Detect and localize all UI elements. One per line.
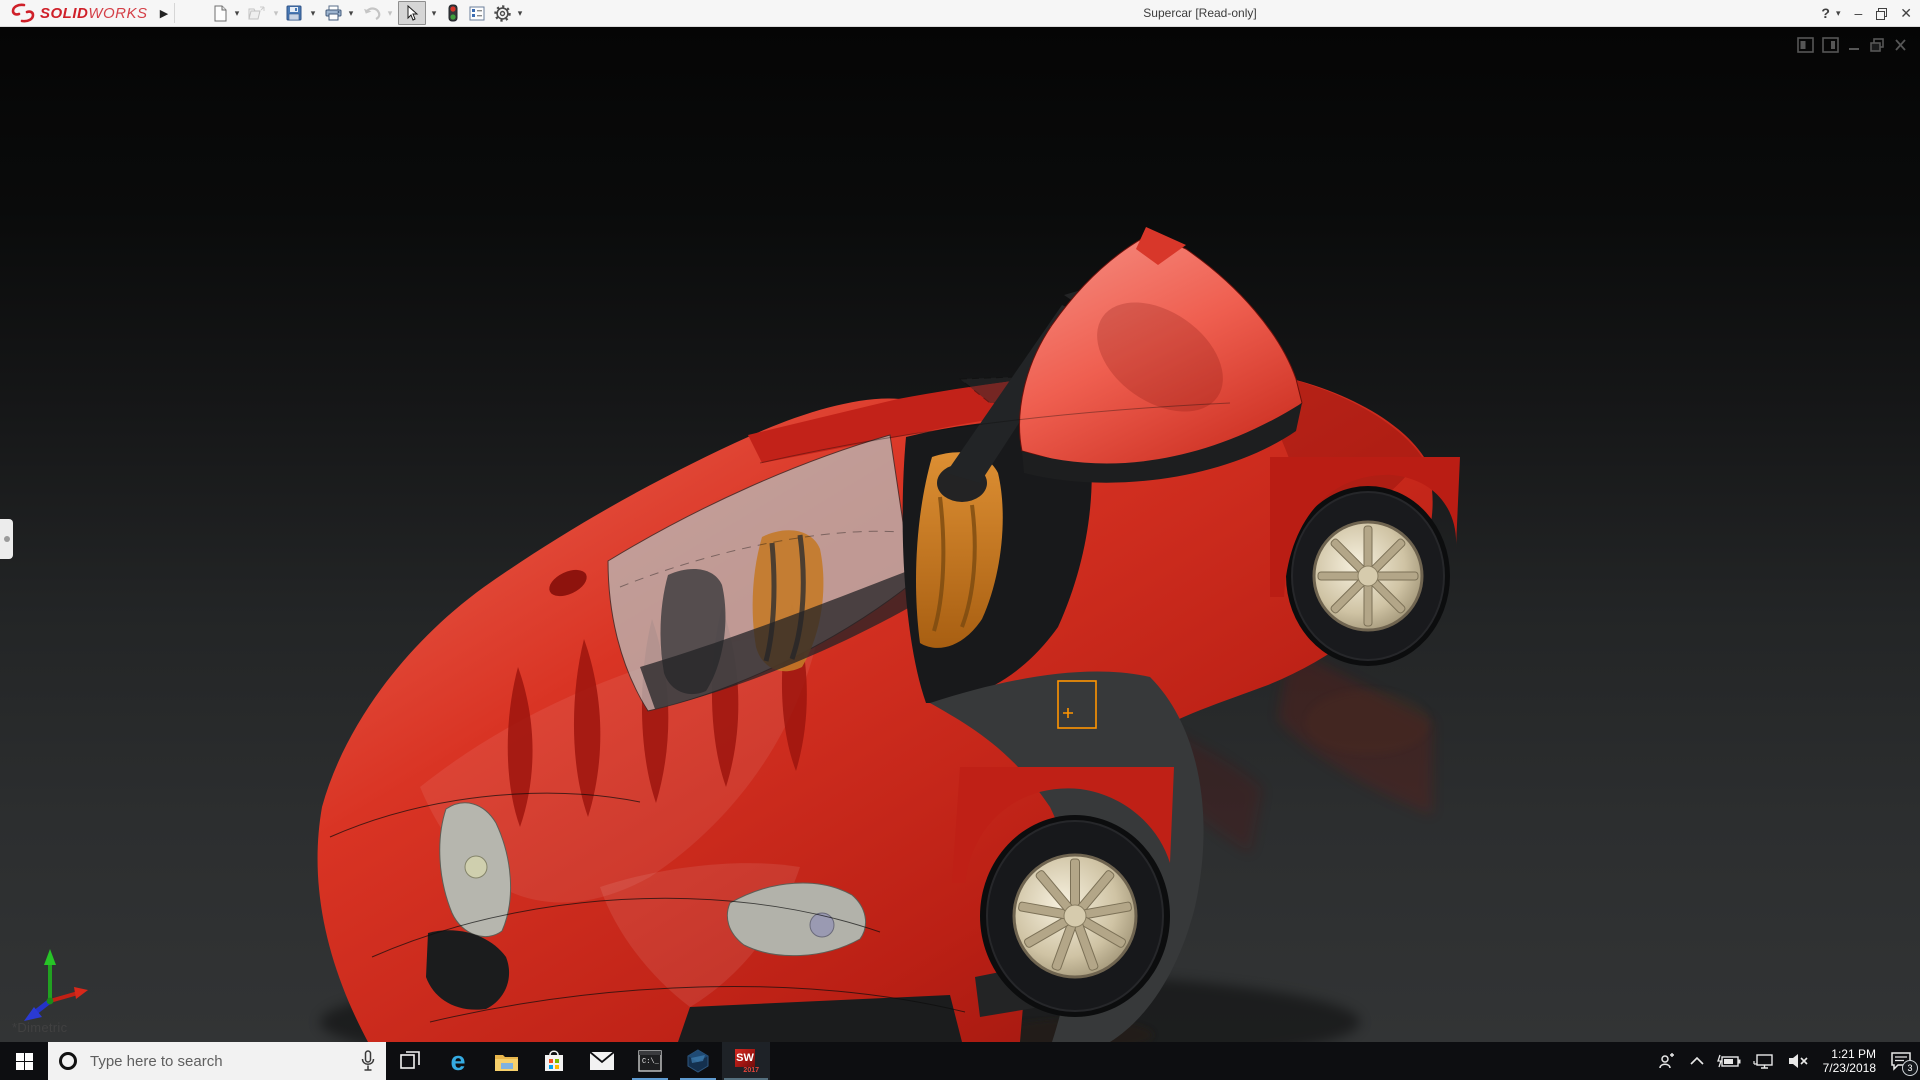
menu-expand-button[interactable]: ▶ bbox=[156, 0, 172, 26]
store-icon bbox=[545, 1050, 563, 1071]
solidworks-2017-icon: SW 2017 bbox=[734, 1049, 759, 1074]
action-center-button[interactable]: 3 bbox=[1890, 1051, 1918, 1076]
new-document-dropdown[interactable]: ▾ bbox=[231, 0, 243, 26]
start-button[interactable] bbox=[0, 1042, 48, 1080]
close-button[interactable]: ✕ bbox=[1900, 6, 1912, 20]
minimize-button[interactable]: – bbox=[1854, 6, 1862, 20]
view-orientation-label: *Dimetric bbox=[12, 1020, 68, 1035]
doc-minimize-icon[interactable] bbox=[1847, 37, 1861, 53]
file-explorer-button[interactable] bbox=[482, 1042, 530, 1080]
solidworks-tool-button[interactable] bbox=[674, 1042, 722, 1080]
show-pane-right-icon[interactable] bbox=[1822, 37, 1839, 53]
print-dropdown[interactable]: ▾ bbox=[345, 0, 357, 26]
ds-logo-icon bbox=[11, 3, 35, 23]
doc-close-icon[interactable] bbox=[1893, 37, 1908, 53]
command-prompt-icon: C:\_ bbox=[638, 1050, 662, 1072]
list-boxes-icon bbox=[469, 6, 485, 20]
undo-dropdown[interactable]: ▾ bbox=[384, 0, 396, 26]
windows-taskbar: Type here to search e C:\_ SW 2017 1:21 … bbox=[0, 1042, 1920, 1080]
document-title: Supercar [Read-only] bbox=[1143, 6, 1257, 20]
document-window-controls bbox=[1797, 37, 1908, 53]
search-placeholder: Type here to search bbox=[90, 1052, 223, 1070]
settings-dropdown[interactable]: ▾ bbox=[514, 0, 526, 26]
save-dropdown[interactable]: ▾ bbox=[307, 0, 319, 26]
printer-icon bbox=[325, 5, 341, 21]
undo-button[interactable] bbox=[361, 0, 383, 26]
settings-button[interactable] bbox=[492, 0, 512, 26]
solidworks-window: SOLIDWORKS ▶ ▾ ▾ ▾ ▾ ▾ ▾ ▾ Supercar [Rea… bbox=[0, 0, 1920, 1080]
save-button[interactable] bbox=[284, 0, 304, 26]
people-icon[interactable] bbox=[1657, 1051, 1677, 1071]
open-dropdown[interactable]: ▾ bbox=[270, 0, 282, 26]
help-dropdown[interactable]: ▾ bbox=[1836, 8, 1841, 18]
notification-badge: 3 bbox=[1902, 1060, 1918, 1076]
brand-text: SOLIDWORKS bbox=[40, 4, 148, 22]
battery-icon[interactable] bbox=[1716, 1053, 1741, 1069]
network-icon[interactable] bbox=[1753, 1052, 1775, 1070]
task-view-icon bbox=[400, 1051, 420, 1069]
gear-icon bbox=[493, 4, 511, 22]
solidworks-logo: SOLIDWORKS bbox=[10, 0, 148, 26]
gullwing-door bbox=[946, 227, 1303, 483]
flyout-dot-icon bbox=[3, 536, 10, 542]
help-button[interactable]: ? bbox=[1821, 6, 1830, 20]
microphone-icon[interactable] bbox=[360, 1050, 376, 1072]
store-button[interactable] bbox=[530, 1042, 578, 1080]
system-tray: 1:21 PM 7/23/2018 3 bbox=[1657, 1042, 1920, 1080]
file-explorer-icon bbox=[494, 1054, 518, 1071]
doc-restore-icon[interactable] bbox=[1869, 37, 1885, 53]
edge-icon: e bbox=[450, 1045, 466, 1076]
taskbar-apps: e C:\_ SW 2017 bbox=[386, 1042, 770, 1080]
rebuild-status-button[interactable] bbox=[445, 0, 461, 26]
cursor-arrow-icon bbox=[407, 5, 418, 21]
select-tool-dropdown[interactable]: ▾ bbox=[428, 0, 440, 26]
supercar-model[interactable] bbox=[0, 27, 1920, 1042]
reference-triad-icon bbox=[24, 949, 88, 1021]
command-prompt-button[interactable]: C:\_ bbox=[626, 1042, 674, 1080]
solidworks-2017-button[interactable]: SW 2017 bbox=[722, 1042, 770, 1080]
open-button[interactable] bbox=[247, 0, 267, 26]
title-bar: SOLIDWORKS ▶ ▾ ▾ ▾ ▾ ▾ ▾ ▾ Supercar [Rea… bbox=[0, 0, 1920, 27]
panel-flyout-tab[interactable] bbox=[0, 519, 13, 559]
volume-muted-icon[interactable] bbox=[1787, 1052, 1809, 1070]
task-view-button[interactable] bbox=[386, 1042, 434, 1080]
show-pane-left-icon[interactable] bbox=[1797, 37, 1814, 53]
clock-date: 7/23/2018 bbox=[1822, 1061, 1876, 1075]
restore-button[interactable] bbox=[1876, 8, 1888, 20]
mail-button[interactable] bbox=[578, 1042, 626, 1080]
traffic-light-icon bbox=[448, 4, 458, 22]
taskbar-search[interactable]: Type here to search bbox=[48, 1042, 386, 1080]
toolbar-separator bbox=[174, 3, 175, 23]
open-folder-icon bbox=[248, 6, 265, 19]
new-document-icon bbox=[214, 5, 226, 21]
solidworks-tool-icon bbox=[687, 1049, 709, 1073]
taskbar-clock[interactable]: 1:21 PM 7/23/2018 bbox=[1823, 1047, 1876, 1075]
windows-logo-icon bbox=[15, 1052, 33, 1070]
save-floppy-icon bbox=[286, 5, 302, 21]
select-tool-button[interactable] bbox=[398, 0, 426, 26]
graphics-viewport[interactable]: *Dimetric bbox=[0, 27, 1920, 1042]
new-document-button[interactable] bbox=[210, 0, 230, 26]
cmd-prompt-text: C:\_ bbox=[642, 1058, 660, 1066]
display-options-button[interactable] bbox=[467, 0, 487, 26]
clock-time: 1:21 PM bbox=[1831, 1047, 1876, 1061]
undo-arrow-icon bbox=[364, 7, 381, 20]
cortana-icon bbox=[59, 1052, 77, 1070]
print-button[interactable] bbox=[323, 0, 343, 26]
edge-button[interactable]: e bbox=[434, 1042, 482, 1080]
tray-chevron-icon[interactable] bbox=[1689, 1056, 1705, 1066]
mail-icon bbox=[589, 1051, 615, 1070]
